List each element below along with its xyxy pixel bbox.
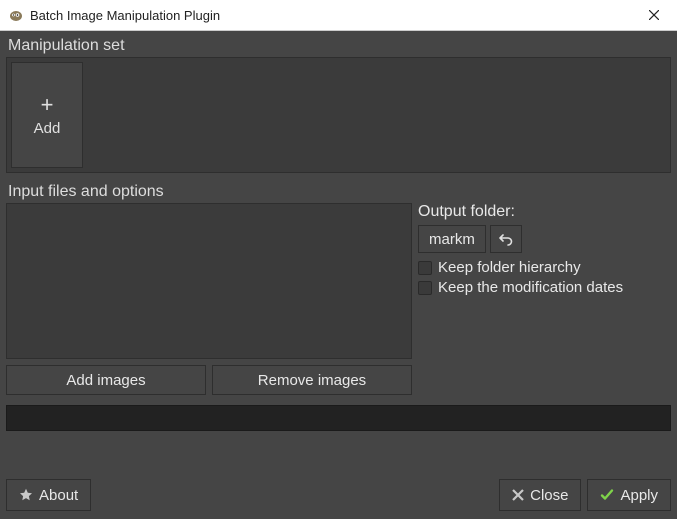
close-label: Close (530, 487, 568, 504)
apply-label: Apply (620, 487, 658, 504)
options-column: Output folder: markm Keep folder hierarc… (418, 203, 671, 395)
file-column: Add images Remove images (6, 203, 412, 395)
dialog-footer: About Close Apply (6, 471, 671, 511)
titlebar: Batch Image Manipulation Plugin (0, 0, 677, 31)
about-button[interactable]: About (6, 479, 91, 511)
checkbox-box (418, 281, 432, 295)
remove-images-button[interactable]: Remove images (212, 365, 412, 395)
apply-button[interactable]: Apply (587, 479, 671, 511)
add-manipulation-button[interactable]: + Add (11, 62, 83, 168)
input-file-list[interactable] (6, 203, 412, 359)
manipulation-set-label: Manipulation set (6, 37, 671, 55)
about-label: About (39, 487, 78, 504)
keep-dates-checkbox[interactable]: Keep the modification dates (418, 279, 671, 296)
status-strip (6, 405, 671, 431)
output-folder-label: Output folder: (418, 203, 671, 221)
star-icon (19, 488, 33, 502)
window-title: Batch Image Manipulation Plugin (30, 8, 631, 23)
dialog-content: Manipulation set + Add Input files and o… (0, 31, 677, 519)
checkbox-box (418, 261, 432, 275)
input-options-row: Add images Remove images Output folder: … (6, 203, 671, 395)
close-button[interactable]: Close (499, 479, 581, 511)
add-images-button[interactable]: Add images (6, 365, 206, 395)
add-manipulation-label: Add (34, 120, 61, 137)
gimp-icon (8, 7, 24, 23)
window-close-button[interactable] (631, 0, 677, 31)
output-folder-select[interactable]: markm (418, 225, 486, 253)
close-icon (649, 10, 659, 20)
close-x-icon (512, 489, 524, 501)
check-icon (600, 488, 614, 502)
keep-dates-label: Keep the modification dates (438, 279, 623, 296)
keep-hierarchy-checkbox[interactable]: Keep folder hierarchy (418, 259, 671, 276)
plus-icon: + (41, 94, 54, 116)
file-buttons-row: Add images Remove images (6, 365, 412, 395)
output-folder-row: markm (418, 225, 671, 253)
keep-hierarchy-label: Keep folder hierarchy (438, 259, 581, 276)
manipulation-set-area: + Add (6, 57, 671, 173)
input-files-label: Input files and options (6, 183, 671, 201)
output-folder-reset-button[interactable] (490, 225, 522, 253)
undo-icon (499, 232, 513, 246)
